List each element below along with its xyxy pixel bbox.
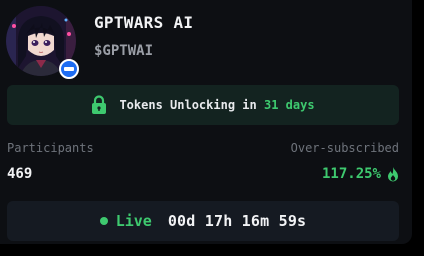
presale-card: GPTWARS AI $GPTWAI Tokens Unlocking in 3…	[0, 0, 412, 244]
project-ticker: $GPTWAI	[94, 43, 154, 59]
project-header: GPTWARS AI $GPTWAI	[6, 6, 193, 79]
participants-label: Participants	[7, 141, 94, 155]
live-label: Live	[115, 212, 152, 230]
participants-stat: Participants 469	[7, 141, 94, 183]
unlock-prefix: Tokens Unlocking in	[119, 98, 257, 112]
live-status-bar: Live 00d 17h 16m 59s	[7, 201, 399, 241]
oversubscribed-value: 117.25%	[321, 166, 381, 182]
oversubscribed-value-row: 117.25%	[322, 165, 399, 183]
lock-icon	[92, 95, 107, 114]
project-title: GPTWARS AI	[94, 13, 194, 32]
live-dot-icon	[99, 217, 108, 225]
project-titles: GPTWARS AI $GPTWAI	[94, 13, 193, 59]
verified-badge-icon	[59, 59, 79, 79]
countdown-timer: 00d 17h 16m 59s	[167, 212, 307, 230]
unlock-days: 31 days	[263, 98, 315, 112]
fire-icon	[388, 166, 398, 181]
unlock-banner: Tokens Unlocking in 31 days	[7, 85, 399, 125]
oversubscribed-stat: Over-subscribed 117.25%	[291, 141, 399, 183]
oversubscribed-label: Over-subscribed	[290, 141, 399, 155]
participants-value: 469	[7, 166, 33, 182]
project-avatar	[6, 6, 79, 79]
